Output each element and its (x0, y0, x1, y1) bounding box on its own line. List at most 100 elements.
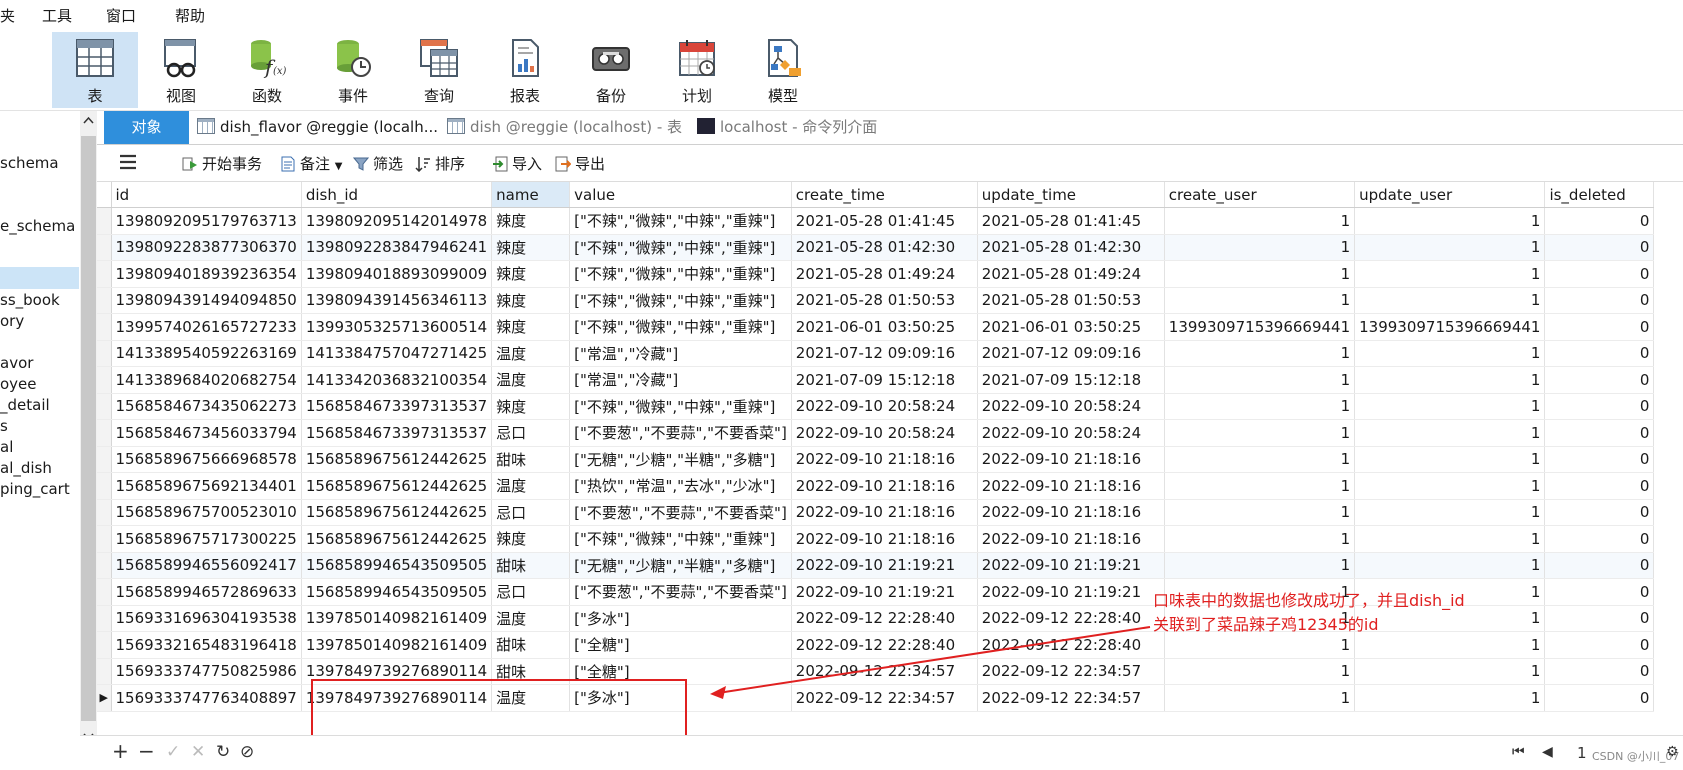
cell-update-time[interactable]: 2022-09-10 21:19:21 (977, 578, 1165, 606)
cell-create-user[interactable]: 1 (1164, 207, 1356, 235)
cell-update-user[interactable]: 1 (1354, 499, 1546, 526)
cell-create-time[interactable]: 2022-09-10 20:58:24 (791, 393, 978, 420)
cell-value[interactable]: ["不辣","微辣","中辣","重辣"] (569, 234, 792, 261)
cell-id[interactable]: 1569332165483196418 (111, 631, 302, 659)
cell-create-user[interactable]: 1 (1164, 446, 1356, 473)
navigator-item[interactable]: ping_cart (0, 480, 70, 498)
cell-update-user[interactable]: 1 (1354, 366, 1546, 394)
cell-name[interactable]: 辣度 (491, 287, 571, 314)
cell-value[interactable]: ["全糖"] (569, 631, 792, 659)
cell-dish-id[interactable]: 1398092283847946241 (301, 234, 493, 261)
menu-item-tools[interactable]: 工具 (42, 5, 72, 26)
navigator-item[interactable]: _detail (0, 396, 50, 414)
cell-dish-id[interactable]: 1397850140982161409 (301, 631, 493, 659)
cell-dish-id[interactable]: 1413384757047271425 (301, 340, 493, 367)
navigator-item[interactable]: al_dish (0, 459, 52, 477)
cell-name[interactable]: 忌口 (491, 578, 571, 606)
cell-name[interactable]: 辣度 (491, 393, 571, 420)
table-row[interactable]: 1568584673456033794 1568584673397313537 忌口… (97, 419, 1655, 447)
row-header[interactable] (97, 446, 112, 473)
cell-create-time[interactable]: 2021-07-12 09:09:16 (791, 340, 978, 367)
cell-create-time[interactable]: 2021-07-09 15:12:18 (791, 366, 978, 394)
cell-is-deleted[interactable]: 0 (1544, 578, 1655, 606)
cell-update-time[interactable]: 2022-09-12 22:34:57 (977, 658, 1165, 685)
cell-is-deleted[interactable]: 0 (1544, 472, 1655, 500)
cell-value[interactable]: ["不辣","微辣","中辣","重辣"] (569, 260, 792, 288)
tab-dish[interactable]: dish @reggie (localhost) - 表 (447, 111, 682, 144)
cell-create-time[interactable]: 2022-09-10 21:18:16 (791, 525, 978, 553)
cell-update-time[interactable]: 2021-06-01 03:50:25 (977, 313, 1165, 341)
cell-create-time[interactable]: 2021-05-28 01:41:45 (791, 207, 978, 235)
cell-create-time[interactable]: 2022-09-12 22:28:40 (791, 631, 978, 659)
cell-name[interactable]: 忌口 (491, 499, 571, 526)
cell-create-time[interactable]: 2022-09-10 21:19:21 (791, 552, 978, 579)
cell-name[interactable]: 温度 (491, 472, 571, 500)
discard-changes-button[interactable]: ✕ (191, 742, 205, 762)
cell-create-time[interactable]: 2021-05-28 01:42:30 (791, 234, 978, 261)
cell-create-time[interactable]: 2022-09-10 20:58:24 (791, 419, 978, 447)
navigator-scroll-thumb[interactable] (81, 136, 96, 721)
row-header[interactable] (97, 366, 112, 394)
current-row-marker[interactable]: ▶ (97, 684, 112, 712)
cell-id[interactable]: 1568584673456033794 (111, 419, 302, 447)
cell-update-time[interactable]: 2021-05-28 01:41:45 (977, 207, 1165, 235)
cell-update-time[interactable]: 2021-05-28 01:49:24 (977, 260, 1165, 288)
toolbar-backup-button[interactable]: 备份 (568, 32, 654, 108)
cell-update-time[interactable]: 2022-09-10 21:18:16 (977, 472, 1165, 500)
cell-create-time[interactable]: 2022-09-10 21:18:16 (791, 446, 978, 473)
cell-value[interactable]: ["多冰"] (569, 605, 792, 632)
cell-update-time[interactable]: 2022-09-10 20:58:24 (977, 393, 1165, 420)
navigator-item[interactable]: al (0, 438, 13, 456)
cell-update-user[interactable]: 1 (1354, 552, 1546, 579)
table-row[interactable]: 1568589946556092417 1568589946543509505 甜味… (97, 552, 1655, 579)
cell-update-time[interactable]: 2022-09-12 22:28:40 (977, 631, 1165, 659)
cell-create-user[interactable]: 1 (1164, 234, 1356, 261)
cell-value[interactable]: ["不要葱","不要蒜","不要香菜"] (569, 499, 792, 526)
table-row[interactable]: 1398094391494094850 1398094391456346113 辣度… (97, 287, 1655, 314)
cell-id[interactable]: 1568589675717300225 (111, 525, 302, 553)
cell-dish-id[interactable]: 1413342036832100354 (301, 366, 493, 394)
toolbar-report-button[interactable]: 报表 (482, 32, 568, 108)
cell-update-user[interactable]: 1 (1354, 260, 1546, 288)
cell-update-user[interactable]: 1 (1354, 340, 1546, 367)
column-header-create-user[interactable]: create_user (1164, 182, 1356, 208)
cell-is-deleted[interactable]: 0 (1544, 499, 1655, 526)
cell-create-user[interactable]: 1399309715396669441 (1164, 313, 1356, 341)
cell-dish-id[interactable]: 1397850140982161409 (301, 605, 493, 632)
begin-transaction-button[interactable]: 开始事务 (182, 153, 262, 174)
column-header-update-time[interactable]: update_time (977, 182, 1165, 208)
row-header[interactable] (97, 207, 112, 235)
cell-id[interactable]: 1398094391494094850 (111, 287, 302, 314)
cell-dish-id[interactable]: 1568589675612442625 (301, 472, 493, 500)
scroll-up-icon[interactable] (83, 116, 94, 124)
row-header[interactable] (97, 578, 112, 606)
navigator-item[interactable]: ory (0, 312, 24, 330)
table-row[interactable]: 1568589675700523010 1568589675612442625 忌口… (97, 499, 1655, 526)
cell-name[interactable]: 辣度 (491, 207, 571, 235)
table-row[interactable]: 1413389684020682754 1413342036832100354 温度… (97, 366, 1655, 394)
cell-is-deleted[interactable]: 0 (1544, 631, 1655, 659)
cell-is-deleted[interactable]: 0 (1544, 393, 1655, 420)
cell-update-time[interactable]: 2022-09-10 21:19:21 (977, 552, 1165, 579)
cell-create-user[interactable]: 1 (1164, 658, 1356, 685)
cell-value[interactable]: ["不辣","微辣","中辣","重辣"] (569, 393, 792, 420)
settings-gear-icon[interactable]: ⚙ (1666, 744, 1679, 760)
cell-value[interactable]: ["常温","冷藏"] (569, 366, 792, 394)
cell-dish-id[interactable]: 1568589675612442625 (301, 446, 493, 473)
cell-dish-id[interactable]: 1568589946543509505 (301, 552, 493, 579)
cell-dish-id[interactable]: 1568589675612442625 (301, 499, 493, 526)
row-header[interactable] (97, 260, 112, 288)
cell-id[interactable]: 1399574026165727233 (111, 313, 302, 341)
cell-update-user[interactable]: 1 (1354, 446, 1546, 473)
cell-is-deleted[interactable]: 0 (1544, 260, 1655, 288)
cell-is-deleted[interactable]: 0 (1544, 287, 1655, 314)
cell-id[interactable]: 1568584673435062273 (111, 393, 302, 420)
cell-update-time[interactable]: 2022-09-10 20:58:24 (977, 419, 1165, 447)
table-row[interactable]: 1398092283877306370 1398092283847946241 辣度… (97, 234, 1655, 261)
cell-id[interactable]: 1569331696304193538 (111, 605, 302, 632)
table-row[interactable]: 1568584673435062273 1568584673397313537 辣度… (97, 393, 1655, 420)
cell-create-user[interactable]: 1 (1164, 684, 1356, 712)
cell-create-time[interactable]: 2022-09-12 22:28:40 (791, 605, 978, 632)
cell-dish-id[interactable]: 1568589675612442625 (301, 525, 493, 553)
cell-create-time[interactable]: 2022-09-12 22:34:57 (791, 658, 978, 685)
